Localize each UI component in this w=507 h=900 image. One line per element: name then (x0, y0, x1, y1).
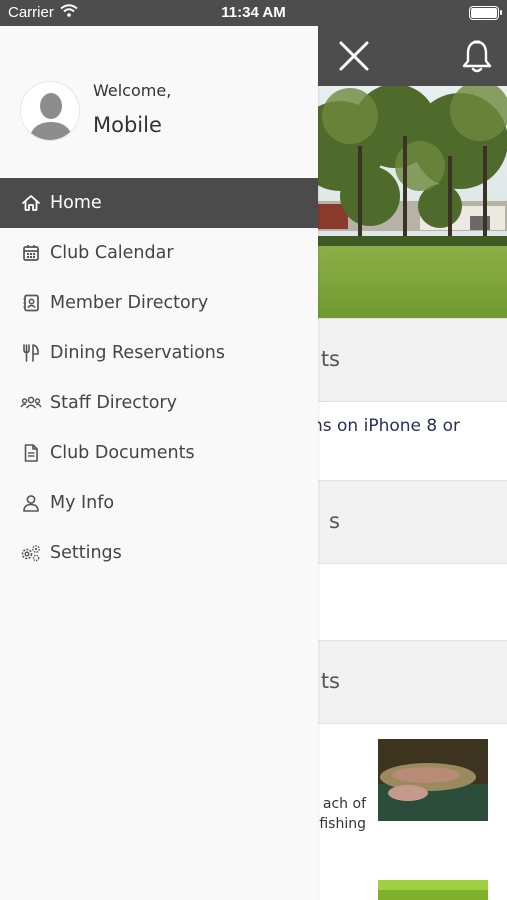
calendar-icon (20, 242, 42, 264)
gears-icon (20, 542, 42, 564)
close-icon[interactable] (336, 38, 372, 74)
menu-item-club-calendar[interactable]: Club Calendar (0, 228, 318, 278)
home-icon (20, 192, 42, 214)
menu-item-label: My Info (50, 493, 115, 513)
news-thumbnail[interactable] (378, 880, 488, 900)
menu-item-staff-directory[interactable]: Staff Directory (0, 378, 318, 428)
welcome-label: Welcome, (93, 81, 172, 100)
news-thumbnail[interactable] (378, 739, 488, 821)
clock: 11:34 AM (221, 4, 286, 21)
drawer-menu: Home Club Calendar Member Directory Dini… (0, 178, 318, 578)
menu-item-label: Home (50, 193, 102, 213)
profile-header[interactable]: Welcome, Mobile (0, 26, 318, 178)
document-icon (20, 442, 42, 464)
menu-item-home[interactable]: Home (0, 178, 318, 228)
menu-item-label: Settings (50, 543, 122, 563)
menu-item-club-documents[interactable]: Club Documents (0, 428, 318, 478)
menu-item-settings[interactable]: Settings (0, 528, 318, 578)
user-name: Mobile (93, 113, 162, 137)
menu-item-member-directory[interactable]: Member Directory (0, 278, 318, 328)
menu-item-label: Dining Reservations (50, 343, 225, 363)
bell-icon[interactable] (460, 38, 494, 74)
battery-icon (469, 6, 502, 20)
people-group-icon (20, 392, 42, 414)
menu-item-label: Staff Directory (50, 393, 177, 413)
menu-item-label: Club Documents (50, 443, 195, 463)
contact-card-icon (20, 292, 42, 314)
user-icon (20, 492, 42, 514)
side-menu-drawer: Welcome, Mobile Home Club Calendar Membe… (0, 26, 318, 900)
menu-item-dining-reservations[interactable]: Dining Reservations (0, 328, 318, 378)
menu-item-my-info[interactable]: My Info (0, 478, 318, 528)
status-bar: Carrier 11:34 AM (0, 0, 507, 26)
menu-item-label: Club Calendar (50, 243, 174, 263)
avatar (20, 81, 80, 141)
menu-item-label: Member Directory (50, 293, 209, 313)
utensils-icon (20, 342, 42, 364)
